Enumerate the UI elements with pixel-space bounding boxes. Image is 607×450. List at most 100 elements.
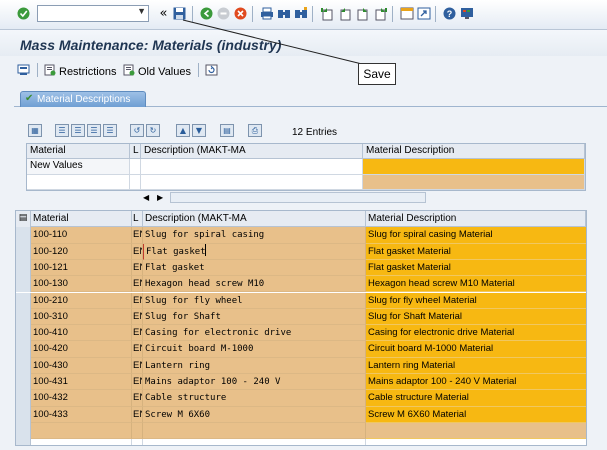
sort-ascending-icon[interactable]: ▲ [176,124,190,137]
empty-cell [130,175,141,190]
empty-row [16,422,586,440]
material-description-input[interactable]: Cable structure Material [366,390,586,407]
language-cell: EN [132,341,143,358]
language-cell: EN [132,227,143,244]
language-cell: EN [132,325,143,342]
material-description-input[interactable]: Screw M 6X60 Material [366,406,586,423]
empty-cell [31,439,132,445]
redo-icon[interactable]: ↻ [146,124,160,137]
material-description-input[interactable]: Slug for Shaft Material [366,308,586,326]
new-values-language-cell[interactable] [130,159,141,175]
new-values-description-cell[interactable] [141,159,363,175]
column-header-material-description[interactable]: Material Description [366,211,586,228]
material-cell: 100-121 [31,259,132,277]
new-values-material-description-input[interactable] [363,159,585,175]
row-selector[interactable] [16,292,31,309]
row-selector[interactable] [16,341,31,358]
material-cell: 100-120 [31,243,132,260]
text-cursor [205,244,206,256]
material-description-input[interactable]: Hexagon head screw M10 Material [366,276,586,293]
material-description-input[interactable]: Lantern ring Material [366,357,586,374]
copy-block-icon[interactable]: ☰ [103,124,117,137]
material-description-input[interactable]: Flat gasket Material [366,259,586,277]
row-selector[interactable] [16,390,31,407]
material-description-input[interactable]: Mains adaptor 100 - 240 V Material [366,374,586,391]
empty-cell [141,175,363,190]
table-row[interactable]: 100-130 EN Hexagon head screw M10 Hexago… [16,276,586,293]
row-selector[interactable] [16,276,31,293]
column-header-description[interactable]: Description (MAKT-MA [143,211,366,228]
row-selector[interactable] [16,243,31,260]
language-cell: EN [132,243,143,260]
deselect-all-icon[interactable]: ☰ [71,124,85,137]
table-row[interactable]: 100-121 EN Flat gasket Flat gasket Mater… [16,259,586,277]
column-header-material[interactable]: Material [27,144,130,159]
column-header-description[interactable]: Description (MAKT-MA [141,144,363,159]
row-selector[interactable] [16,259,31,277]
tab-label: Material Descriptions [37,94,131,105]
select-all-icon[interactable]: ☰ [55,124,69,137]
description-cell: Flat gasket [143,259,366,277]
language-cell: EN [132,357,143,374]
table-row[interactable]: 100-110 EN Slug for spiral casing Slug f… [16,227,586,244]
row-selector[interactable] [16,325,31,342]
material-description-input[interactable]: Flat gasket Material [366,243,586,260]
language-cell: EN [132,276,143,293]
row-selector[interactable] [16,422,31,440]
row-selector[interactable] [16,308,31,326]
description-cell: Flat gasket [143,243,366,260]
horizontal-scrollbar[interactable] [170,192,426,203]
description-cell: Circuit board M-1000 [143,341,366,358]
column-header-language[interactable]: L [130,144,141,159]
material-description-input[interactable]: Circuit board M-1000 Material [366,341,586,358]
material-description-input[interactable]: Slug for fly wheel Material [366,292,586,309]
material-descriptions-grid: ▤ Material L Description (MAKT-MA Materi… [15,210,587,446]
description-cell: Hexagon head screw M10 [143,276,366,293]
column-header-material[interactable]: Material [31,211,132,228]
undo-icon[interactable]: ↺ [130,124,144,137]
material-description-input[interactable]: Slug for spiral casing Material [366,227,586,244]
row-selector[interactable] [16,374,31,391]
filter-icon[interactable]: ▤ [220,124,234,137]
table-row[interactable]: 100-420 EN Circuit board M-1000 Circuit … [16,341,586,358]
row-selector[interactable] [16,357,31,374]
sort-descending-icon[interactable]: ▼ [192,124,206,137]
row-selector[interactable] [16,227,31,244]
table-row[interactable]: 100-210 EN Slug for fly wheel Slug for f… [16,292,586,309]
row-selector[interactable] [16,439,31,445]
language-cell: EN [132,406,143,423]
empty-cell [363,175,585,190]
material-cell: 100-130 [31,276,132,293]
details-icon[interactable]: ▦ [28,124,42,137]
description-cell: Slug for Shaft [143,308,366,326]
scroll-left-arrow-icon[interactable]: ◀ [143,193,149,202]
material-cell: 100-210 [31,292,132,309]
print-grid-icon[interactable]: ⎙ [248,124,262,137]
row-selector[interactable] [16,406,31,423]
description-cell: Mains adaptor 100 - 240 V [143,374,366,391]
column-header-language[interactable]: L [132,211,143,228]
table-row[interactable]: 100-410 EN Casing for electronic drive C… [16,325,586,342]
table-row[interactable]: 100-432 EN Cable structure Cable structu… [16,390,586,407]
material-cell: 100-433 [31,406,132,423]
column-header-material-description[interactable]: Material Description [363,144,585,159]
description-cell: Slug for fly wheel [143,292,366,309]
scroll-right-arrow-icon[interactable]: ▶ [157,193,163,202]
empty-cell [132,439,143,445]
tooltip-pointer [182,19,363,65]
material-cell: 100-410 [31,325,132,342]
empty-cell [143,439,366,445]
material-description-input[interactable]: Casing for electronic drive Material [366,325,586,342]
empty-cell [366,439,586,445]
select-block-icon[interactable]: ☰ [87,124,101,137]
tab-material-descriptions[interactable]: ✔ Material Descriptions [20,91,146,107]
grid-header-row: ▤ Material L Description (MAKT-MA Materi… [16,211,586,228]
table-row[interactable]: 100-120 EN Flat gasket Flat gasket Mater… [16,243,586,260]
table-row[interactable]: 100-310 EN Slug for Shaft Slug for Shaft… [16,308,586,326]
select-all-rows-icon[interactable]: ▤ [16,211,31,228]
material-cell: 100-420 [31,341,132,358]
table-row[interactable]: 100-431 EN Mains adaptor 100 - 240 V Mai… [16,374,586,391]
empty-cell [143,422,366,440]
table-row[interactable]: 100-430 EN Lantern ring Lantern ring Mat… [16,357,586,374]
table-row[interactable]: 100-433 EN Screw M 6X60 Screw M 6X60 Mat… [16,406,586,423]
